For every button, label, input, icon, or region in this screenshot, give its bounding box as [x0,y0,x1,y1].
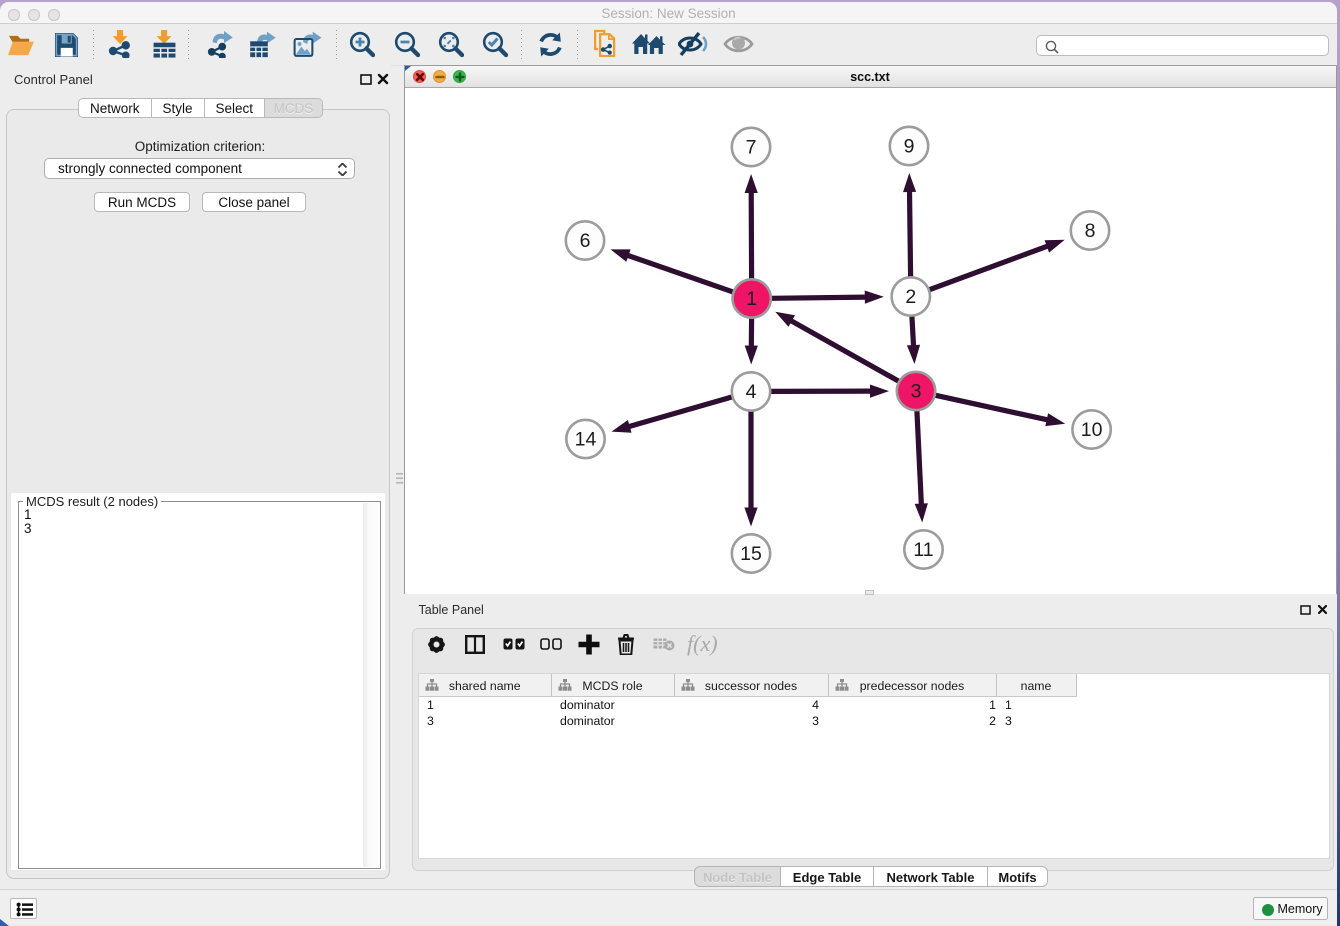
svg-text:6: 6 [580,230,591,252]
svg-text:15: 15 [740,543,762,565]
svg-text:11: 11 [913,539,933,561]
svg-text:14: 14 [575,429,597,451]
svg-text:3: 3 [911,381,922,403]
svg-text:1: 1 [746,288,757,310]
svg-text:2: 2 [905,286,916,308]
svg-text:9: 9 [904,136,915,158]
svg-text:8: 8 [1085,220,1096,242]
svg-text:4: 4 [746,381,757,403]
svg-text:7: 7 [746,137,757,159]
svg-text:10: 10 [1081,419,1103,441]
